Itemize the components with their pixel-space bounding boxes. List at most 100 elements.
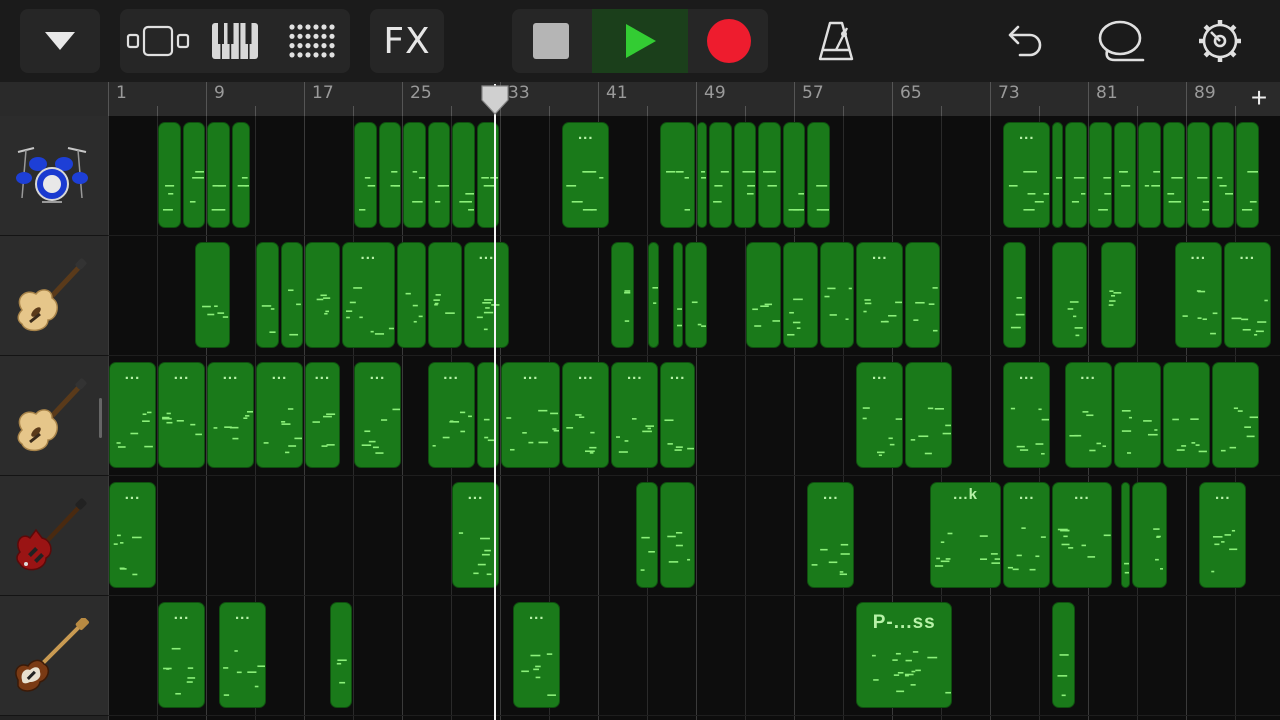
region[interactable]	[807, 122, 830, 228]
region[interactable]	[1052, 242, 1087, 348]
region[interactable]: ...	[219, 602, 267, 708]
region[interactable]	[746, 242, 781, 348]
region[interactable]	[182, 122, 205, 228]
tracks-view-button[interactable]	[120, 9, 196, 73]
track-header-acoustic-guitar-2[interactable]	[0, 356, 108, 476]
region[interactable]	[1120, 482, 1130, 588]
region[interactable]: ...	[1003, 122, 1051, 228]
track-header-bass[interactable]	[0, 596, 108, 716]
track-lane-bass[interactable]: ......... P-...ss	[108, 596, 1280, 716]
region[interactable]	[1162, 122, 1185, 228]
region[interactable]: ...	[452, 482, 499, 588]
region[interactable]	[684, 242, 708, 348]
stop-button[interactable]	[512, 9, 590, 73]
track-header-drums[interactable]	[0, 116, 108, 236]
region[interactable]	[207, 122, 230, 228]
region[interactable]	[1113, 122, 1136, 228]
region[interactable]	[427, 122, 450, 228]
track-lane-acoustic-guitar[interactable]: ...............	[108, 236, 1280, 356]
region[interactable]	[697, 122, 708, 228]
undo-button[interactable]	[990, 9, 1054, 73]
region[interactable]: ...	[109, 482, 156, 588]
metronome-button[interactable]	[804, 9, 868, 73]
region[interactable]	[329, 602, 352, 708]
region[interactable]: ...	[341, 242, 395, 348]
region[interactable]	[158, 122, 181, 228]
track-lane-electric-guitar[interactable]: ......... ...k.........	[108, 476, 1280, 596]
region[interactable]: ...	[1064, 362, 1112, 468]
region[interactable]	[905, 362, 953, 468]
region[interactable]	[819, 242, 855, 348]
region[interactable]	[452, 122, 475, 228]
region[interactable]	[1236, 122, 1259, 228]
region[interactable]: ...	[158, 362, 205, 468]
timeline-ruler[interactable]: + 1 9 17 25 33 41 49 57 65 73 81 89	[108, 82, 1280, 116]
region[interactable]	[427, 242, 463, 348]
region[interactable]	[1211, 122, 1234, 228]
region[interactable]: ...k	[929, 482, 1002, 588]
add-section-button[interactable]: +	[1244, 84, 1274, 114]
region[interactable]: ...	[1052, 482, 1112, 588]
region[interactable]: ...	[1003, 482, 1051, 588]
track-header-acoustic-guitar[interactable]	[0, 236, 108, 356]
region[interactable]	[1211, 362, 1259, 468]
region[interactable]	[1052, 122, 1063, 228]
region[interactable]: ...	[660, 362, 695, 468]
region[interactable]: ...	[501, 362, 561, 468]
region[interactable]	[396, 242, 426, 348]
region[interactable]	[758, 122, 781, 228]
region[interactable]: ...	[513, 602, 561, 708]
region[interactable]	[672, 242, 683, 348]
menu-dropdown-button[interactable]	[20, 9, 100, 73]
record-button[interactable]	[690, 9, 768, 73]
region[interactable]: ...	[856, 242, 904, 348]
region[interactable]	[403, 122, 426, 228]
region[interactable]	[660, 482, 695, 588]
region[interactable]: ...	[1199, 482, 1247, 588]
playhead-handle-icon[interactable]	[480, 84, 510, 118]
keyboard-button[interactable]	[200, 9, 270, 73]
region[interactable]	[782, 122, 806, 228]
region[interactable]	[648, 242, 660, 348]
region[interactable]	[1113, 362, 1161, 468]
region[interactable]: ...	[207, 362, 254, 468]
region[interactable]: ...	[305, 362, 340, 468]
region[interactable]	[782, 242, 818, 348]
region[interactable]	[1003, 242, 1026, 348]
region[interactable]	[1089, 122, 1112, 228]
region[interactable]	[378, 122, 401, 228]
region[interactable]	[1187, 122, 1210, 228]
region[interactable]	[611, 242, 634, 348]
fx-button[interactable]: FX	[370, 9, 444, 73]
region[interactable]	[256, 242, 279, 348]
region[interactable]: ...	[1223, 242, 1271, 348]
region[interactable]: ...	[354, 362, 401, 468]
region[interactable]: P-...ss	[856, 602, 953, 708]
track-lane-acoustic-guitar-2[interactable]: ........................................…	[108, 356, 1280, 476]
region[interactable]	[905, 242, 940, 348]
track-lane-drums[interactable]: ......	[108, 116, 1280, 236]
region[interactable]	[1162, 362, 1210, 468]
region[interactable]	[733, 122, 757, 228]
playhead[interactable]	[481, 84, 509, 720]
region[interactable]	[1138, 122, 1161, 228]
region[interactable]	[1131, 482, 1167, 588]
region[interactable]	[635, 482, 659, 588]
region[interactable]: ...	[611, 362, 659, 468]
track-header-electric-guitar[interactable]	[0, 476, 108, 596]
region[interactable]: ...	[158, 602, 205, 708]
region[interactable]: ...	[1003, 362, 1051, 468]
region[interactable]: ...	[109, 362, 156, 468]
region[interactable]	[305, 242, 340, 348]
play-button[interactable]	[592, 9, 688, 73]
region[interactable]: ...	[562, 122, 610, 228]
region[interactable]	[1064, 122, 1087, 228]
region[interactable]: ...	[807, 482, 855, 588]
settings-button[interactable]	[1188, 9, 1252, 73]
region[interactable]: ...	[562, 362, 610, 468]
region[interactable]	[660, 122, 695, 228]
region[interactable]: ...	[427, 362, 475, 468]
track-lanes[interactable]: ........................................…	[108, 116, 1280, 720]
region[interactable]	[194, 242, 230, 348]
loop-browser-button[interactable]	[1088, 9, 1152, 73]
